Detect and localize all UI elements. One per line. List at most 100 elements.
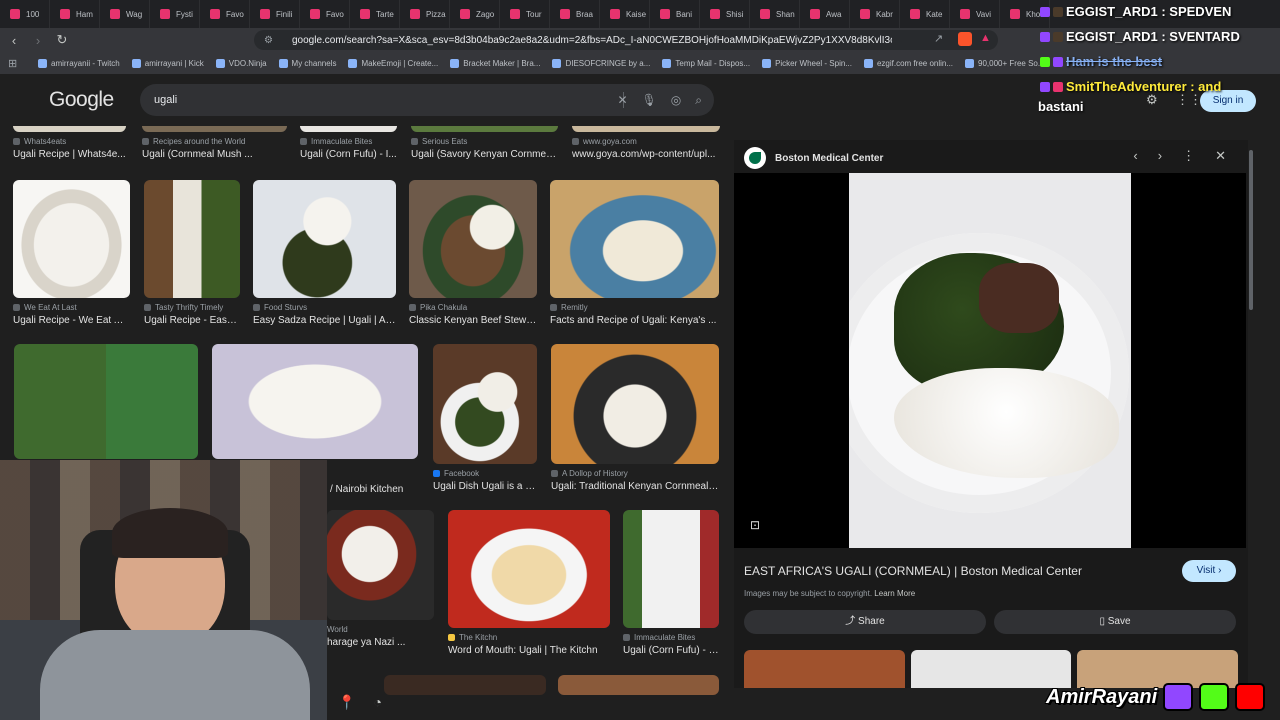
result-card[interactable]: The Kitchn Word of Mouth: Ugali | The Ki… [448, 510, 610, 656]
browser-tab[interactable]: Ham [50, 0, 100, 28]
result-card[interactable]: Immaculate Bites Ugali (Corn Fufu) - I..… [623, 510, 719, 656]
result-thumbnail[interactable] [433, 344, 537, 464]
browser-tab[interactable]: Zago [450, 0, 500, 28]
bookmark-item[interactable]: 90,000+ Free So... [965, 58, 1045, 68]
result-thumbnail[interactable] [300, 126, 397, 132]
mic-icon[interactable]: 🎙 [642, 84, 657, 116]
result-thumbnail[interactable] [13, 180, 130, 298]
result-card[interactable] [558, 675, 719, 695]
result-card[interactable] [14, 344, 198, 459]
result-title[interactable]: Ugali (Savory Kenyan Cornmeal ... [411, 149, 558, 160]
lens-search-icon[interactable]: ⊡ [750, 518, 760, 532]
result-title[interactable]: Ugali Dish Ugali is a tr... [433, 481, 537, 492]
result-thumbnail[interactable] [558, 675, 719, 695]
browser-tab[interactable]: Kabr [850, 0, 900, 28]
result-card[interactable]: www.goya.com www.goya.com/wp-content/upl… [572, 126, 720, 160]
result-card[interactable]: A Dollop of History Ugali: Traditional K… [551, 344, 719, 492]
result-card[interactable]: Food Sturvs Easy Sadza Recipe | Ugali | … [253, 180, 396, 326]
reload-icon[interactable]: ↻ [52, 32, 72, 48]
browser-tab[interactable]: Shan [750, 0, 800, 28]
result-title[interactable]: Ugali Recipe - We Eat At ... [13, 315, 130, 326]
result-card[interactable]: Recipes around the World Ugali (Cornmeal… [142, 126, 287, 160]
search-input[interactable]: ugali ✕ 🎙 ◎ ⌕ [140, 84, 714, 116]
google-logo[interactable]: Google [49, 88, 114, 112]
result-thumbnail[interactable] [142, 126, 287, 132]
extension-triangle-icon[interactable]: ▲ [980, 32, 994, 46]
extension-brave-icon[interactable] [958, 32, 972, 46]
browser-tab[interactable]: 100 [0, 0, 50, 28]
result-title[interactable]: Ugali (Corn Fufu) - I... [623, 645, 719, 656]
back-icon[interactable]: ‹ [4, 33, 24, 48]
result-thumbnail[interactable] [550, 180, 719, 298]
bookmark-item[interactable]: VDO.Ninja [215, 58, 267, 68]
share-button[interactable]: ⤴ Share [744, 610, 986, 634]
bookmark-item[interactable]: amirrayani | Kick [131, 58, 204, 68]
pin-icon[interactable]: 📍 [338, 694, 355, 711]
site-info-icon[interactable]: ⚙ [264, 35, 273, 46]
result-title[interactable]: Classic Kenyan Beef Stew ... [409, 315, 537, 326]
result-title[interactable]: Ugali Recipe - Easy ... [144, 315, 240, 326]
preview-site-name[interactable]: Boston Medical Center [775, 153, 883, 164]
browser-tab[interactable]: Braa [550, 0, 600, 28]
browser-tab[interactable]: Fysti [150, 0, 200, 28]
save-button[interactable]: ▯ Save [994, 610, 1236, 634]
browser-tab[interactable]: Finili [250, 0, 300, 28]
lens-icon[interactable]: ◎ [671, 84, 681, 116]
preview-image[interactable]: ⊡ [734, 173, 1246, 548]
result-card[interactable]: World harage ya Nazi ... [327, 510, 434, 648]
browser-tab[interactable]: Kaise [600, 0, 650, 28]
bookmark-item[interactable]: My channels [278, 58, 336, 68]
speedometer-icon[interactable]: ◔ [373, 694, 381, 711]
apps-icon[interactable]: ⊞ [8, 57, 17, 70]
result-title[interactable]: Easy Sadza Recipe | Ugali | Afr... [253, 315, 396, 326]
result-thumbnail[interactable] [144, 180, 240, 298]
clear-icon[interactable]: ✕ [617, 84, 627, 116]
bookmark-item[interactable]: Picker Wheel - Spin... [762, 58, 852, 68]
bookmark-item[interactable]: Temp Mail - Dispos... [662, 58, 750, 68]
browser-tab[interactable]: Favo [300, 0, 350, 28]
result-thumbnail[interactable] [14, 344, 198, 459]
browser-tab[interactable]: Wag [100, 0, 150, 28]
browser-tab[interactable]: Tour [500, 0, 550, 28]
close-icon[interactable]: ✕ [1215, 148, 1226, 164]
bookmark-item[interactable]: ezgif.com free onlin... [863, 58, 953, 68]
bookmark-item[interactable]: DIESOFCRINGE by a... [552, 58, 650, 68]
bookmark-item[interactable]: MakeEmoji | Create... [348, 58, 438, 68]
next-icon[interactable]: › [1158, 148, 1162, 164]
result-title[interactable]: Word of Mouth: Ugali | The Kitchn [448, 645, 610, 656]
result-title[interactable]: / Nairobi Kitchen [330, 484, 430, 495]
browser-tab[interactable]: Kate [900, 0, 950, 28]
preview-title[interactable]: EAST AFRICA'S UGALI (CORNMEAL) | Boston … [744, 564, 1082, 578]
preview-scrollbar[interactable] [1248, 140, 1254, 688]
previous-icon[interactable]: ‹ [1133, 148, 1137, 164]
browser-tab[interactable]: Favo [200, 0, 250, 28]
result-card[interactable]: Facebook Ugali Dish Ugali is a tr... [433, 344, 537, 492]
learn-more-link[interactable]: Learn More [874, 589, 915, 598]
result-thumbnail[interactable] [411, 126, 558, 132]
result-thumbnail[interactable] [551, 344, 719, 464]
bookmark-item[interactable]: amirrayanii - Twitch [38, 58, 120, 68]
browser-tab[interactable]: Bani [650, 0, 700, 28]
related-thumbnail[interactable] [744, 650, 905, 688]
result-title[interactable]: Ugali (Corn Fufu) - I... [300, 149, 397, 160]
result-thumbnail[interactable] [327, 510, 434, 620]
result-thumbnail[interactable] [253, 180, 396, 298]
result-card[interactable]: Immaculate Bites Ugali (Corn Fufu) - I..… [300, 126, 397, 160]
settings-icon[interactable]: ⚙ [1146, 92, 1158, 108]
result-card[interactable]: Remitly Facts and Recipe of Ugali: Kenya… [550, 180, 719, 326]
result-card[interactable]: Serious Eats Ugali (Savory Kenyan Cornme… [411, 126, 558, 160]
result-card[interactable] [212, 344, 418, 459]
result-thumbnail[interactable] [13, 126, 126, 132]
visit-button[interactable]: Visit › [1182, 560, 1236, 582]
browser-tab[interactable]: Pizza [400, 0, 450, 28]
result-thumbnail[interactable] [448, 510, 610, 628]
browser-tab[interactable]: Shisi [700, 0, 750, 28]
result-thumbnail[interactable] [623, 510, 719, 628]
browser-tab[interactable]: Tarte [350, 0, 400, 28]
address-bar[interactable]: ⚙ google.com/search?sa=X&sca_esv=8d3b04b… [254, 30, 998, 50]
share-icon[interactable]: ↗ [934, 32, 948, 46]
result-title[interactable]: www.goya.com/wp-content/upl... [572, 149, 720, 160]
result-thumbnail[interactable] [572, 126, 720, 132]
result-card[interactable]: Pika Chakula Classic Kenyan Beef Stew ..… [409, 180, 537, 326]
result-thumbnail[interactable] [384, 675, 546, 695]
